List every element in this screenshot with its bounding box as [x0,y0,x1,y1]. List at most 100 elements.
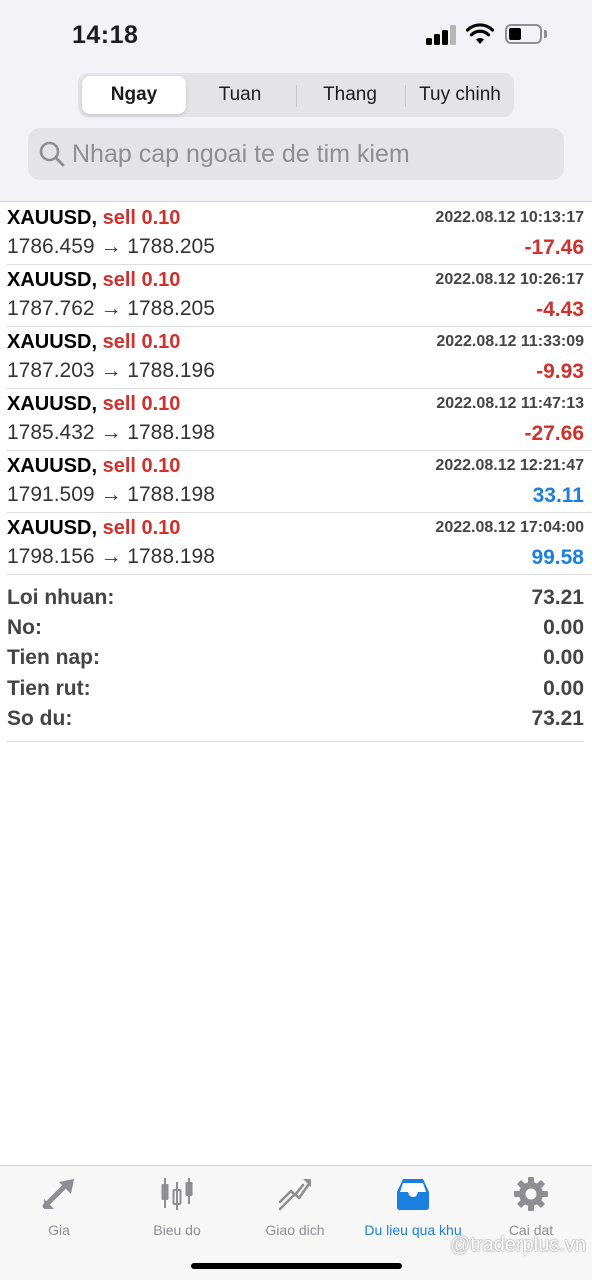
deal-prices: 1787.762 → 1788.205 [7,297,215,321]
close-price: 1788.196 [127,359,215,382]
tab-tuan[interactable]: Tuan [188,76,292,114]
summary-value: 73.21 [531,586,584,609]
deal-row[interactable]: XAUUSD, sell 0.10 2022.08.12 17:04:00 17… [7,513,592,575]
deal-row[interactable]: XAUUSD, sell 0.10 2022.08.12 10:26:17 17… [7,265,592,327]
trade-trend-icon [278,1179,311,1211]
deal-time: 2022.08.12 11:33:09 [436,333,584,350]
deal-type: sell 0.10 [102,393,181,415]
deal-profit: 99.58 [531,546,584,569]
deal-symbol-line: XAUUSD, sell 0.10 [7,207,180,230]
deal-prices: 1785.432 → 1788.198 [7,421,215,445]
summary-label: So du: [7,706,73,730]
deal-symbol-line: XAUUSD, sell 0.10 [7,331,180,354]
tab-gia[interactable]: Gia [0,1174,118,1240]
deal-profit: -17.46 [524,236,584,259]
tab-cai-dat[interactable]: Cai dat [472,1174,590,1240]
home-indicator [191,1263,402,1269]
deal-symbol: XAUUSD, [7,207,98,229]
tab-thang[interactable]: Thang [298,76,402,114]
tab-du-lieu-qua-khu[interactable]: Du lieu qua khu [354,1174,472,1240]
deal-time: 2022.08.12 17:04:00 [435,519,584,536]
deal-time: 2022.08.12 10:26:17 [435,271,584,288]
quotes-arrows-icon [42,1179,74,1209]
close-price: 1788.198 [127,421,215,444]
deal-profit: -9.93 [536,360,584,383]
summary-label: Loi nhuan: [7,586,115,609]
deal-row[interactable]: XAUUSD, sell 0.10 2022.08.12 11:33:09 17… [7,327,592,389]
search-bar[interactable] [28,128,564,180]
period-segmented-control: Ngay Tuan Thang Tuy chinh [78,73,514,117]
history-inbox-icon [397,1179,429,1210]
deal-symbol: XAUUSD, [7,517,98,539]
close-price: 1788.205 [127,297,215,320]
arrow-icon: → [100,235,122,258]
segment-divider [405,85,406,107]
wifi-icon [466,23,494,44]
gear-icon [514,1177,548,1211]
tab-label: Giao dich [265,1222,325,1238]
open-price: 1786.459 [7,235,95,258]
battery-tip [544,30,547,38]
tab-tuy-chinh[interactable]: Tuy chinh [408,76,512,114]
deal-symbol-line: XAUUSD, sell 0.10 [7,517,180,540]
deal-symbol: XAUUSD, [7,393,98,415]
open-price: 1798.156 [7,545,95,568]
summary-value: 0.00 [543,676,584,700]
open-price: 1787.762 [7,297,95,320]
summary-row-balance: So du: 73.21 [7,705,584,735]
summary-label: No: [7,616,42,640]
deal-profit: -27.66 [524,422,584,445]
summary-row-deposit: Tien nap: 0.00 [7,644,584,674]
watermark: @traderplus.vn [450,1234,586,1256]
summary-row-withdrawal: Tien rut: 0.00 [7,675,584,705]
deals-list: XAUUSD, sell 0.10 2022.08.12 10:13:17 17… [0,203,592,575]
deal-row[interactable]: XAUUSD, sell 0.10 2022.08.12 10:13:17 17… [7,203,592,265]
deal-type: sell 0.10 [102,269,181,291]
summary-row-profit: Loi nhuan: 73.21 [7,584,584,614]
deal-prices: 1798.156 → 1788.198 [7,545,215,569]
arrow-icon: → [100,297,122,320]
status-bar: 14:18 [0,0,592,70]
deal-time: 2022.08.12 11:47:13 [436,395,584,412]
arrow-icon: → [100,483,122,506]
deal-type: sell 0.10 [102,331,181,353]
open-price: 1785.432 [7,421,95,444]
arrow-icon: → [100,421,122,444]
deal-prices: 1787.203 → 1788.196 [7,359,215,383]
deal-type: sell 0.10 [102,517,181,539]
deal-time: 2022.08.12 10:13:17 [435,209,584,226]
summary-label: Tien rut: [7,676,91,700]
tab-ngay[interactable]: Ngay [82,76,186,114]
deal-symbol-line: XAUUSD, sell 0.10 [7,269,180,292]
close-price: 1788.198 [127,483,215,506]
candlestick-chart-icon [161,1178,193,1210]
deal-prices: 1786.459 → 1788.205 [7,235,215,259]
status-time: 14:18 [72,21,139,49]
deal-prices: 1791.509 → 1788.198 [7,483,215,507]
close-price: 1788.198 [127,545,215,568]
deal-symbol: XAUUSD, [7,455,98,477]
search-input[interactable] [72,128,552,180]
tab-giao-dich[interactable]: Giao dich [236,1174,354,1240]
tab-label: Bieu do [153,1222,201,1238]
tab-bieu-do[interactable]: Bieu do [118,1174,236,1240]
battery-icon [505,24,542,44]
deal-type: sell 0.10 [102,455,181,477]
deal-symbol: XAUUSD, [7,331,98,353]
open-price: 1791.509 [7,483,95,506]
summary-value: 73.21 [531,706,584,730]
deal-symbol: XAUUSD, [7,269,98,291]
open-price: 1787.203 [7,359,95,382]
summary-label: Tien nap: [7,646,100,670]
summary-row-credit: No: 0.00 [7,614,584,644]
deal-time: 2022.08.12 12:21:47 [435,457,584,474]
deal-row[interactable]: XAUUSD, sell 0.10 2022.08.12 12:21:47 17… [7,451,592,513]
arrow-icon: → [100,359,122,382]
summary-value: 0.00 [543,646,584,670]
tab-label: Gia [48,1222,70,1238]
deal-symbol-line: XAUUSD, sell 0.10 [7,393,180,416]
deal-profit: 33.11 [532,484,584,507]
deal-row[interactable]: XAUUSD, sell 0.10 2022.08.12 11:47:13 17… [7,389,592,451]
arrow-icon: → [100,545,122,568]
account-summary: Loi nhuan: 73.21 No: 0.00 Tien nap: 0.00… [7,584,584,742]
